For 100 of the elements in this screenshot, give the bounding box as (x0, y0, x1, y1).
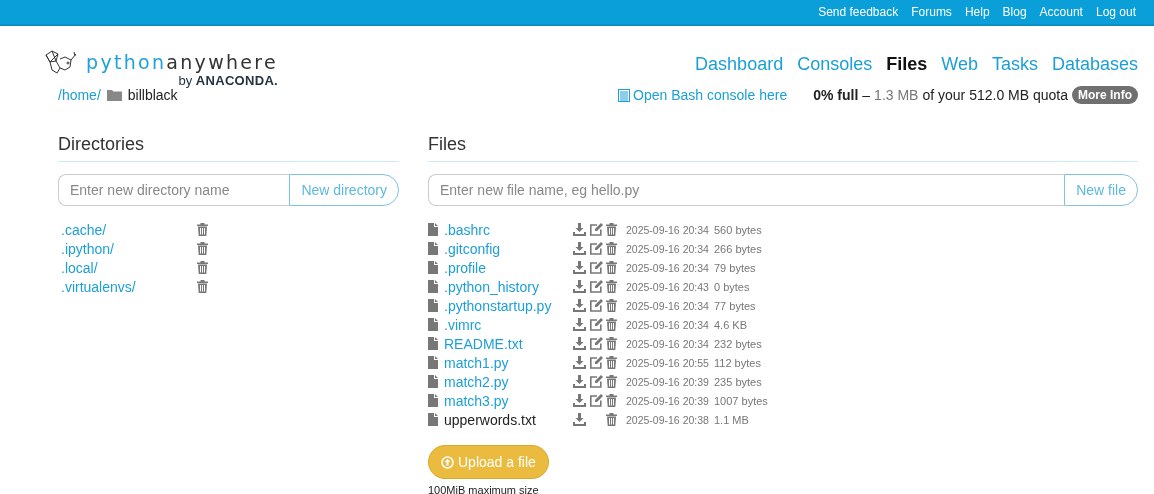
folder-icon (106, 89, 122, 101)
file-link[interactable]: .gitconfig (444, 240, 501, 257)
download-icon[interactable] (573, 223, 586, 236)
trash-icon[interactable] (606, 280, 617, 293)
nav-link[interactable]: Web (941, 54, 978, 88)
modified-date: 2025-09-16 20:34 (626, 242, 710, 255)
new-directory-button[interactable]: New directory (289, 174, 399, 206)
directory-link[interactable]: .cache/ (61, 221, 107, 238)
trash-icon[interactable] (197, 242, 208, 255)
upload-icon (441, 455, 454, 469)
file-link[interactable]: match2.py (444, 373, 509, 390)
edit-icon[interactable] (589, 299, 603, 312)
directory-link[interactable]: .virtualenvs/ (61, 278, 136, 295)
edit-icon[interactable] (589, 242, 603, 255)
trash-icon[interactable] (606, 337, 617, 350)
breadcrumb-link[interactable]: /home/ (58, 87, 101, 103)
file-icon (428, 413, 438, 426)
logo-text: python anywhere (86, 51, 278, 73)
nav-link[interactable]: Tasks (991, 54, 1038, 88)
edit-icon[interactable] (589, 356, 603, 369)
file-size: 1007 bytes (714, 394, 768, 407)
modified-date: 2025-09-16 20:34 (626, 318, 710, 331)
file-icon (428, 299, 438, 312)
file-link[interactable]: .pythonstartup.py (444, 297, 552, 314)
file-link[interactable]: .bashrc (444, 221, 490, 238)
section-heading: Files (428, 130, 1138, 162)
download-icon[interactable] (573, 280, 586, 293)
modified-date: 2025-09-16 20:34 (626, 223, 710, 236)
file-link[interactable]: .profile (444, 259, 487, 276)
nav-link[interactable]: Dashboard (695, 54, 784, 88)
download-icon[interactable] (573, 394, 586, 407)
download-icon[interactable] (573, 356, 586, 369)
more-info-button[interactable]: More Info (1072, 86, 1138, 104)
file-size: 112 bytes (714, 356, 761, 369)
file-icon (428, 318, 438, 331)
file-link[interactable]: README.txt (444, 335, 523, 352)
file-link[interactable]: .python_history (444, 278, 539, 295)
directory-link[interactable]: .ipython/ (61, 240, 114, 257)
top-link[interactable]: Log out (1095, 5, 1136, 19)
edit-icon[interactable] (589, 261, 603, 274)
trash-icon[interactable] (606, 413, 617, 426)
trash-icon[interactable] (197, 261, 208, 274)
quota-percent: 0% full (813, 87, 859, 103)
download-icon[interactable] (573, 375, 586, 388)
trash-icon[interactable] (197, 280, 208, 293)
file-icon (428, 280, 438, 293)
modified-date: 2025-09-16 20:55 (626, 356, 710, 369)
section-heading: Directories (58, 130, 399, 162)
trash-icon[interactable] (606, 261, 617, 274)
modified-date: 2025-09-16 20:38 (626, 413, 710, 426)
modified-date: 2025-09-16 20:39 (626, 394, 710, 407)
modified-date: 2025-09-16 20:34 (626, 261, 710, 274)
trash-icon[interactable] (606, 356, 617, 369)
file-icon (428, 337, 438, 350)
trash-icon[interactable] (197, 223, 208, 236)
top-link[interactable]: Forums (911, 5, 952, 19)
logo-icon (44, 49, 79, 75)
upload-button[interactable]: Upload a file (428, 445, 549, 479)
trash-icon[interactable] (606, 375, 617, 388)
trash-icon[interactable] (606, 394, 617, 407)
file-name-field[interactable]: Enter new file name, eg hello.py (428, 174, 1065, 206)
download-icon[interactable] (573, 299, 586, 312)
edit-icon[interactable] (589, 280, 603, 293)
edit-icon[interactable] (589, 394, 603, 407)
current-directory: billblack (127, 87, 178, 103)
directory-name-field[interactable]: Enter new directory name (58, 174, 290, 206)
nav-link[interactable]: Consoles (797, 54, 873, 88)
edit-icon[interactable] (589, 375, 603, 388)
nav-link[interactable]: Databases (1051, 54, 1138, 88)
file-icon (428, 242, 438, 255)
download-icon[interactable] (573, 413, 586, 426)
file-icon (428, 375, 438, 388)
top-link[interactable]: Help (964, 5, 990, 19)
download-icon[interactable] (573, 242, 586, 255)
top-link[interactable]: Blog (1002, 5, 1027, 19)
download-icon[interactable] (573, 318, 586, 331)
top-link[interactable]: Send feedback (818, 5, 899, 19)
edit-icon[interactable] (589, 223, 603, 236)
trash-icon[interactable] (606, 318, 617, 331)
edit-icon[interactable] (589, 337, 603, 350)
upload-size-note: 100MiB maximum size (428, 484, 540, 494)
top-link[interactable]: Account (1039, 5, 1083, 19)
file-name: upperwords.txt (444, 411, 536, 428)
trash-icon[interactable] (606, 299, 617, 312)
edit-icon[interactable] (589, 318, 603, 331)
directory-link[interactable]: .local/ (61, 259, 98, 276)
modified-date: 2025-09-16 20:39 (626, 375, 710, 388)
file-link[interactable]: match3.py (444, 392, 509, 409)
file-icon (428, 356, 438, 369)
file-link[interactable]: match1.py (444, 354, 509, 371)
trash-icon[interactable] (606, 242, 617, 255)
bash-console-link[interactable]: Open Bash console here (618, 87, 788, 103)
new-file-button[interactable]: New file (1064, 174, 1138, 206)
download-icon[interactable] (573, 337, 586, 350)
file-icon (428, 261, 438, 274)
file-size: 232 bytes (714, 337, 762, 350)
trash-icon[interactable] (606, 223, 617, 236)
file-link[interactable]: .vimrc (444, 316, 482, 333)
download-icon[interactable] (573, 261, 586, 274)
nav-link[interactable]: Files (886, 54, 928, 88)
